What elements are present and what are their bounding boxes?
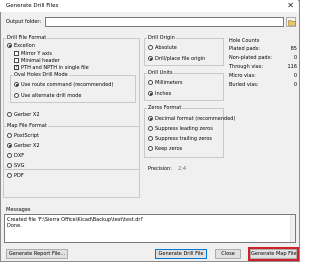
generate-map-button[interactable]: Generate Map File <box>250 249 297 259</box>
hole-count-value: 0 <box>293 55 297 61</box>
oval-holes-title: Oval Holes Drill Mode <box>13 72 69 78</box>
pdf-label: PDF <box>14 173 24 179</box>
hole-count-row: Through vias: 116 <box>229 64 297 70</box>
mirror-y-checkbox[interactable] <box>14 51 19 56</box>
hole-count-row: Non-plated pads: 0 <box>229 55 297 61</box>
postscript-radio[interactable] <box>7 133 12 138</box>
svg-label: SVG <box>14 163 25 169</box>
excellon-radio[interactable] <box>7 43 12 48</box>
decimal-format-label: Decimal format (recommended) <box>155 116 236 122</box>
millimeters-radio[interactable] <box>148 80 153 85</box>
minimal-header-checkbox[interactable] <box>14 58 19 63</box>
message-line: Created file 'F:\Sierra Office\Kicad\Bac… <box>7 217 144 223</box>
folder-icon <box>287 20 296 26</box>
suppress-trailing-radio[interactable] <box>148 136 153 141</box>
hole-count-row: Plated pads: 85 <box>229 46 297 52</box>
hole-count-label: Through vias: <box>229 64 264 70</box>
close-button[interactable]: Close <box>215 249 241 259</box>
mirror-y-label: Mirror Y axis <box>21 51 52 57</box>
gerber-x2-drill-label: Gerber X2 <box>14 112 40 118</box>
decimal-format-radio[interactable] <box>148 116 153 121</box>
inches-radio[interactable] <box>148 91 153 96</box>
absolute-radio[interactable] <box>148 45 153 50</box>
pdf-radio[interactable] <box>7 173 12 178</box>
precision-label: Precision: <box>148 166 172 172</box>
suppress-leading-label: Suppress leading zeros <box>155 126 213 132</box>
gerber-x2-map-radio[interactable] <box>7 143 12 148</box>
hole-count-label: Buried vias: <box>229 82 259 88</box>
suppress-trailing-label: Suppress trailing zeros <box>155 136 213 142</box>
map-file-format-title: Map File Format <box>6 123 48 129</box>
postscript-label: PostScript <box>14 133 39 139</box>
message-line: Done. <box>7 223 22 229</box>
hole-count-value: 0 <box>293 73 297 79</box>
alternate-mode-radio[interactable] <box>14 93 19 98</box>
title-bar[interactable]: Generate Drill Files ✕ <box>0 0 298 12</box>
pth-npth-single-checkbox[interactable] <box>14 64 19 70</box>
hole-count-row: Buried vias: 0 <box>229 82 297 88</box>
hole-count-label: Plated pads: <box>229 46 260 52</box>
millimeters-label: Millimeters <box>155 80 183 86</box>
pth-npth-single-label: PTH and NPTH in single file <box>21 65 89 71</box>
hole-count-value: 116 <box>287 64 297 70</box>
hole-counts-title: Hole Counts <box>229 38 260 44</box>
output-folder-input[interactable] <box>45 17 284 27</box>
drill-place-origin-radio[interactable] <box>148 56 153 61</box>
browse-folder-button[interactable] <box>286 17 296 27</box>
drill-origin-title: Drill Origin <box>147 35 176 41</box>
alternate-mode-label: Use alternate drill mode <box>21 93 82 99</box>
messages-box[interactable]: Created file 'F:\Sierra Office\Kicad\Bac… <box>4 214 296 243</box>
absolute-label: Absolute <box>155 45 177 51</box>
hole-count-value: 85 <box>290 46 297 52</box>
hole-count-label: Non-plated pads: <box>229 55 272 61</box>
dialog-title: Generate Drill Files <box>6 3 59 9</box>
dxf-radio[interactable] <box>7 153 12 158</box>
gerber-x2-drill-radio[interactable] <box>7 112 12 117</box>
dxf-label: DXF <box>14 153 25 159</box>
route-command-radio[interactable] <box>14 82 19 87</box>
drill-file-format-title: Drill File Format <box>6 35 48 41</box>
messages-scrollbar[interactable] <box>290 215 295 242</box>
keep-zeros-label: Keep zeros <box>155 146 183 152</box>
route-command-label: Use route command (recommended) <box>21 82 114 88</box>
drill-units-title: Drill Units <box>147 70 174 76</box>
output-folder-label: Output folder: <box>6 19 42 25</box>
generate-report-button[interactable]: Generate Report File... <box>6 249 68 259</box>
drill-place-origin-label: Drill/place file origin <box>155 56 206 62</box>
minimal-header-label: Minimal header <box>21 58 60 64</box>
suppress-leading-radio[interactable] <box>148 126 153 131</box>
zeros-format-title: Zeros Format <box>147 105 183 111</box>
hole-count-value: 0 <box>293 82 297 88</box>
generate-drill-button[interactable]: Generate Drill File <box>155 249 207 259</box>
inches-label: Inches <box>155 91 172 97</box>
hole-count-row: Micro vias: 0 <box>229 73 297 79</box>
close-icon[interactable]: ✕ <box>287 1 294 10</box>
keep-zeros-radio[interactable] <box>148 146 153 151</box>
excellon-label: Excellon <box>14 43 35 49</box>
precision-value: 2:4 <box>178 166 187 172</box>
gerber-x2-map-label: Gerber X2 <box>14 143 40 149</box>
svg-radio[interactable] <box>7 163 12 168</box>
messages-label: Messages <box>6 207 31 213</box>
hole-count-label: Micro vias: <box>229 73 256 79</box>
